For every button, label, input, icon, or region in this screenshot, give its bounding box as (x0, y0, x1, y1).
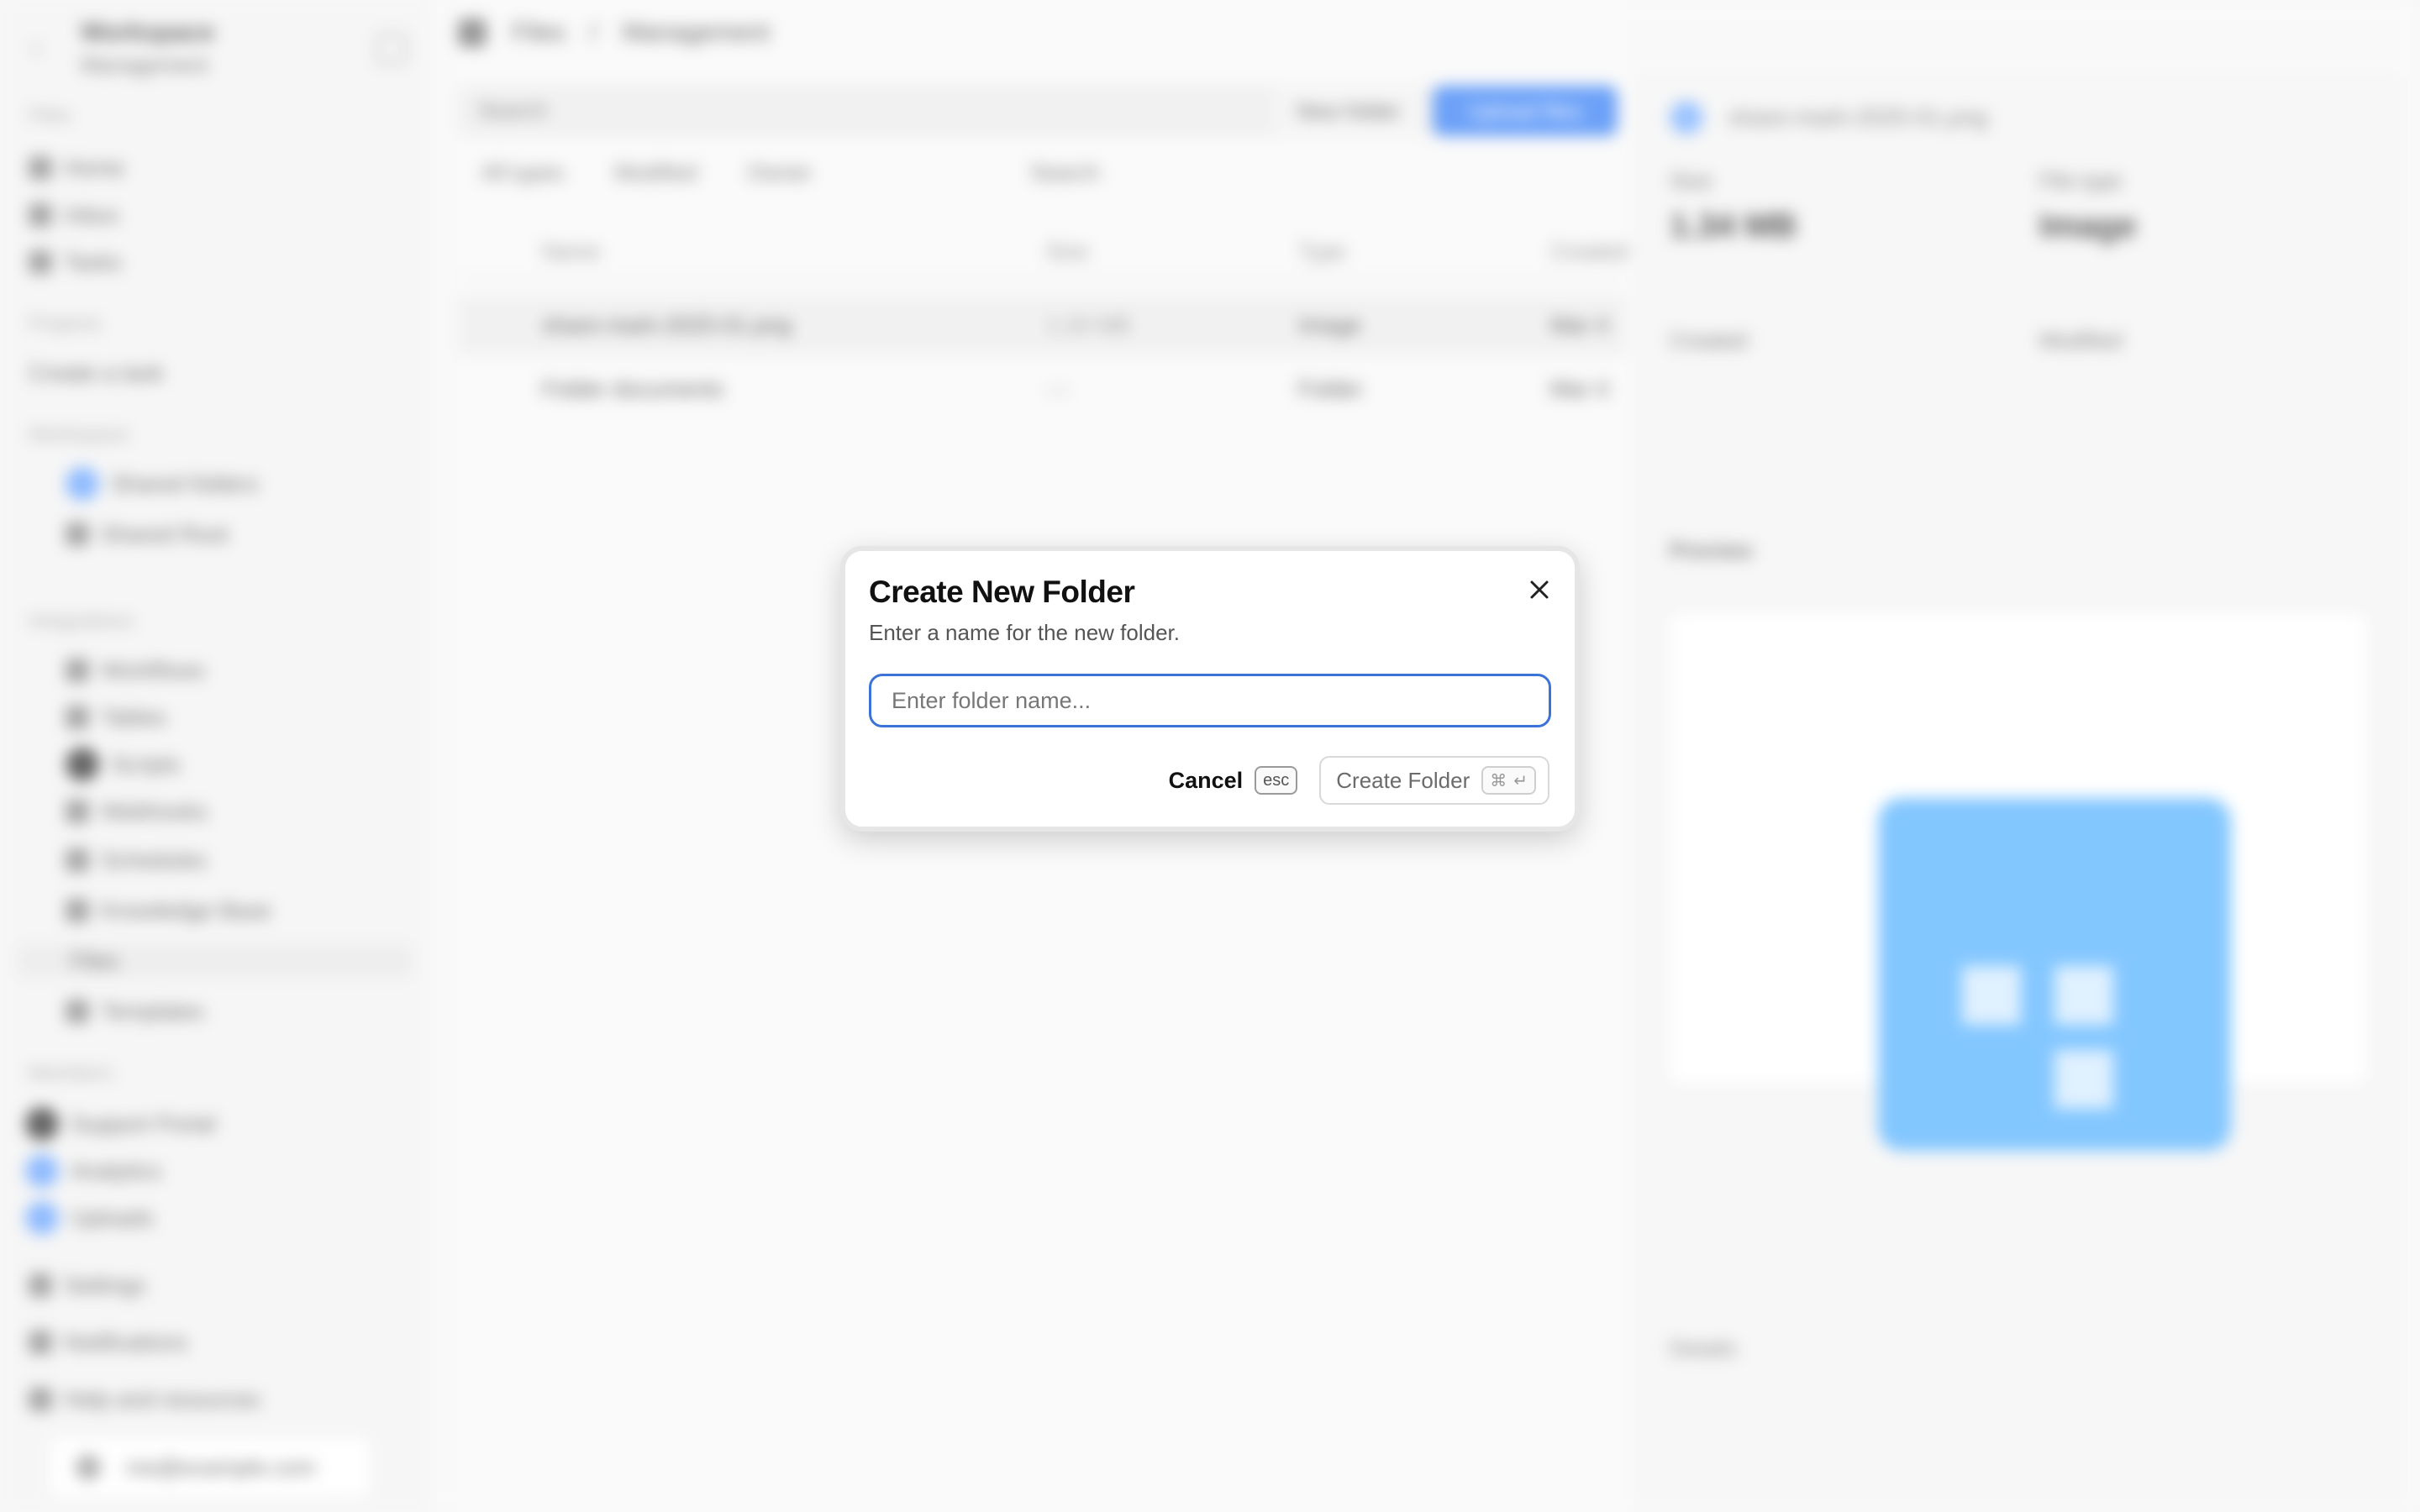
cancel-button[interactable]: Cancel esc (1169, 766, 1298, 795)
create-folder-label: Create Folder (1336, 767, 1470, 793)
dialog-actions: Cancel esc Create Folder ⌘ ↵ (1169, 756, 1549, 805)
cancel-label: Cancel (1168, 767, 1244, 793)
esc-shortcut-badge: esc (1255, 766, 1298, 795)
dialog-description: Enter a name for the new folder. (869, 620, 1180, 645)
close-button[interactable] (1521, 571, 1558, 608)
dialog-title: Create New Folder (869, 575, 1135, 609)
create-folder-dialog: Create New Folder Enter a name for the n… (840, 546, 1580, 832)
submit-shortcut-badge: ⌘ ↵ (1481, 766, 1536, 795)
create-folder-button[interactable]: Create Folder ⌘ ↵ (1319, 756, 1549, 805)
folder-name-input[interactable] (869, 674, 1551, 727)
close-icon (1530, 580, 1549, 599)
command-key-icon: ⌘ (1490, 771, 1507, 790)
enter-key-icon: ↵ (1513, 771, 1528, 790)
